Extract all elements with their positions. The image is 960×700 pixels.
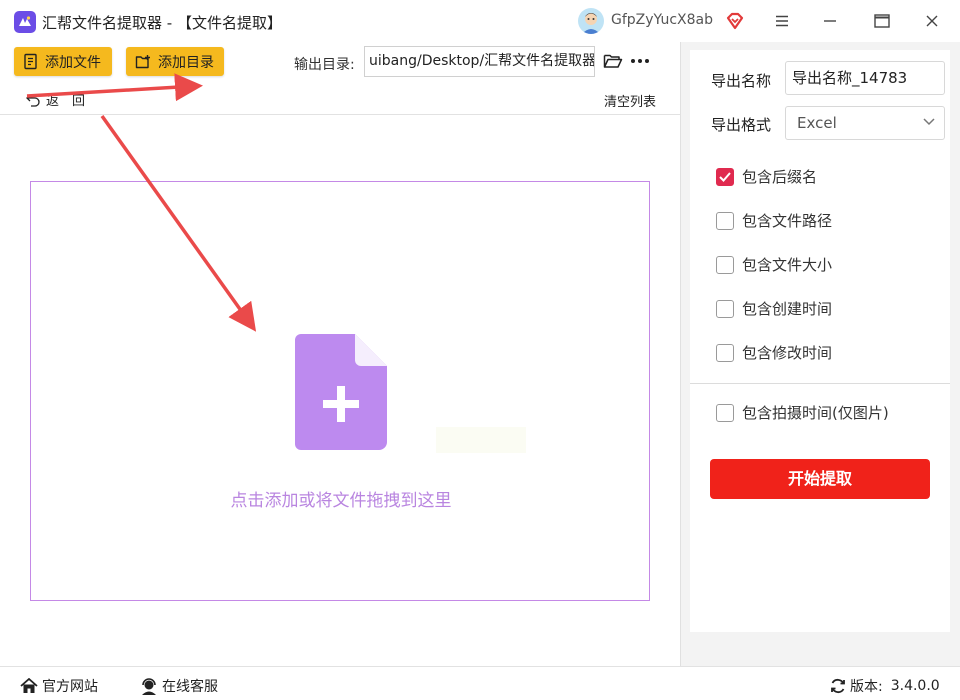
checkbox-checked[interactable] bbox=[716, 167, 734, 186]
option-include-modified-time[interactable]: 包含修改时间 bbox=[716, 342, 832, 363]
option-include-path[interactable]: 包含文件路径 bbox=[716, 210, 832, 231]
drop-hint-text: 点击添加或将文件拖拽到这里 bbox=[230, 491, 452, 511]
window-title: 汇帮文件名提取器 - 【文件名提取】 bbox=[42, 14, 282, 32]
option-label: 包含拍摄时间(仅图片) bbox=[742, 404, 889, 422]
add-file-label: 添加文件 bbox=[45, 54, 101, 71]
title-bar: 汇帮文件名提取器 - 【文件名提取】 GfpZyYucX8ab bbox=[0, 0, 960, 42]
export-format-value: Excel bbox=[797, 114, 837, 132]
option-include-created-time[interactable]: 包含创建时间 bbox=[716, 298, 832, 319]
add-file-button[interactable]: 添加文件 bbox=[14, 47, 112, 76]
export-format-select[interactable]: Excel bbox=[785, 106, 945, 140]
headset-icon bbox=[142, 677, 156, 695]
minimize-icon[interactable] bbox=[810, 6, 850, 36]
option-include-extension[interactable]: 包含后缀名 bbox=[716, 166, 817, 187]
version-info: 版本: 3.4.0.0 bbox=[830, 676, 940, 696]
home-icon bbox=[20, 678, 38, 693]
official-website-link[interactable]: 官方网站 bbox=[20, 676, 98, 696]
file-drop-zone[interactable]: 点击添加或将文件拖拽到这里 bbox=[30, 181, 650, 601]
option-label: 包含文件大小 bbox=[742, 256, 833, 274]
online-support-link[interactable]: 在线客服 bbox=[140, 676, 218, 696]
online-support-label: 在线客服 bbox=[162, 679, 218, 695]
option-include-shot-time[interactable]: 包含拍摄时间(仅图片) bbox=[716, 402, 889, 423]
menu-icon[interactable] bbox=[762, 6, 802, 36]
option-label: 包含创建时间 bbox=[742, 300, 833, 318]
export-name-label: 导出名称 bbox=[711, 72, 772, 90]
output-dir-field[interactable]: uibang/Desktop/汇帮文件名提取器 bbox=[364, 46, 595, 77]
toolbar-divider bbox=[0, 114, 680, 115]
close-icon[interactable] bbox=[912, 6, 952, 36]
back-button[interactable]: 返 回 bbox=[26, 90, 85, 109]
folder-open-icon[interactable] bbox=[603, 52, 623, 70]
checkbox[interactable] bbox=[716, 343, 734, 362]
faint-highlight bbox=[436, 427, 526, 453]
file-add-icon bbox=[295, 334, 387, 450]
vip-diamond-icon[interactable] bbox=[724, 10, 746, 32]
user-avatar[interactable] bbox=[578, 8, 604, 34]
refresh-icon bbox=[831, 678, 845, 694]
back-arrow-icon bbox=[26, 94, 40, 107]
chevron-down-icon bbox=[923, 118, 935, 126]
option-label: 包含后缀名 bbox=[742, 168, 818, 186]
more-options-icon[interactable] bbox=[629, 52, 651, 70]
checkbox[interactable] bbox=[716, 211, 734, 230]
checkbox[interactable] bbox=[716, 255, 734, 274]
add-file-icon bbox=[24, 53, 37, 70]
maximize-icon[interactable] bbox=[862, 6, 902, 36]
option-label: 包含文件路径 bbox=[742, 212, 833, 230]
footer-bar: 官方网站 在线客服 版本: 3.4.0.0 bbox=[0, 666, 960, 700]
version-value: 3.4.0.0 bbox=[890, 678, 940, 694]
checkmark-icon bbox=[719, 171, 731, 182]
add-directory-button[interactable]: 添加目录 bbox=[126, 47, 224, 76]
user-name[interactable]: GfpZyYucX8ab bbox=[611, 12, 713, 28]
file-list-area: 添加文件 添加目录 输出目录: uibang/Desktop/汇帮文件名提取器 … bbox=[0, 42, 680, 666]
option-include-size[interactable]: 包含文件大小 bbox=[716, 254, 832, 275]
official-website-label: 官方网站 bbox=[42, 679, 98, 695]
add-directory-label: 添加目录 bbox=[158, 54, 214, 71]
clear-list-button[interactable]: 清空列表 bbox=[604, 91, 656, 110]
settings-divider bbox=[690, 383, 950, 384]
start-extract-button[interactable]: 开始提取 bbox=[710, 459, 930, 499]
back-label: 返 回 bbox=[46, 94, 86, 109]
version-label: 版本: bbox=[850, 679, 883, 695]
output-dir-label: 输出目录: bbox=[294, 57, 355, 73]
app-logo-icon bbox=[14, 11, 36, 33]
checkbox[interactable] bbox=[716, 299, 734, 318]
export-name-input[interactable]: 导出名称_14783 bbox=[785, 61, 945, 95]
export-format-label: 导出格式 bbox=[711, 116, 772, 134]
add-folder-icon bbox=[135, 54, 150, 68]
option-label: 包含修改时间 bbox=[742, 344, 833, 362]
checkbox[interactable] bbox=[716, 403, 734, 422]
